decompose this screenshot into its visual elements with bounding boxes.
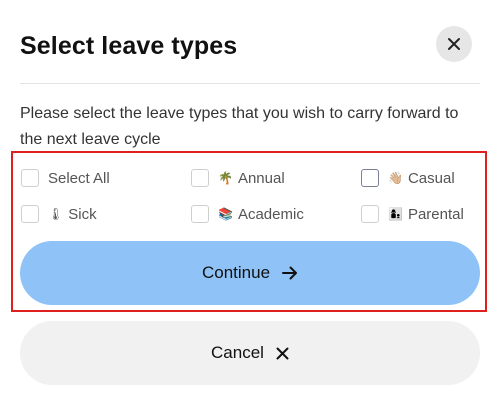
option-label: Sick: [68, 205, 97, 223]
dialog-description: Please select the leave types that you w…: [20, 105, 459, 148]
parent-child-icon: 👩‍👦: [388, 207, 403, 221]
option-label: Casual: [407, 169, 455, 187]
cancel-button[interactable]: Cancel: [20, 321, 480, 385]
option-casual[interactable]: 👋🏼 Casual: [361, 168, 455, 188]
close-icon: [276, 347, 289, 360]
annual-checkbox[interactable]: [191, 169, 209, 187]
continue-button[interactable]: Continue: [20, 241, 480, 305]
close-button[interactable]: [436, 26, 472, 62]
option-label: Academic: [237, 205, 304, 223]
thermometer-icon: 🌡: [48, 207, 64, 221]
arrow-right-icon: [282, 266, 298, 280]
option-parental[interactable]: 👩‍👦 Parental: [361, 204, 464, 224]
dialog-title: Select leave types: [20, 32, 238, 60]
select-all-checkbox[interactable]: [21, 169, 39, 187]
close-icon: [448, 38, 460, 50]
cancel-label: Cancel: [211, 343, 264, 362]
sick-checkbox[interactable]: [21, 205, 39, 223]
waving-hand-icon: 👋🏼: [388, 171, 403, 185]
option-label: Parental: [407, 205, 464, 223]
option-academic[interactable]: 📚 Academic: [191, 204, 304, 224]
academic-checkbox[interactable]: [191, 205, 209, 223]
parental-checkbox[interactable]: [361, 205, 379, 223]
option-select-all[interactable]: Select All: [21, 168, 110, 188]
casual-checkbox[interactable]: [361, 169, 379, 187]
option-sick[interactable]: 🌡 Sick: [21, 204, 97, 224]
divider: [20, 83, 480, 84]
continue-label: Continue: [201, 263, 271, 282]
option-label: Select All: [48, 169, 110, 187]
option-label: Annual: [237, 169, 285, 187]
books-icon: 📚: [218, 207, 233, 221]
option-annual[interactable]: 🌴 Annual: [191, 168, 285, 188]
palm-tree-icon: 🌴: [218, 171, 233, 185]
